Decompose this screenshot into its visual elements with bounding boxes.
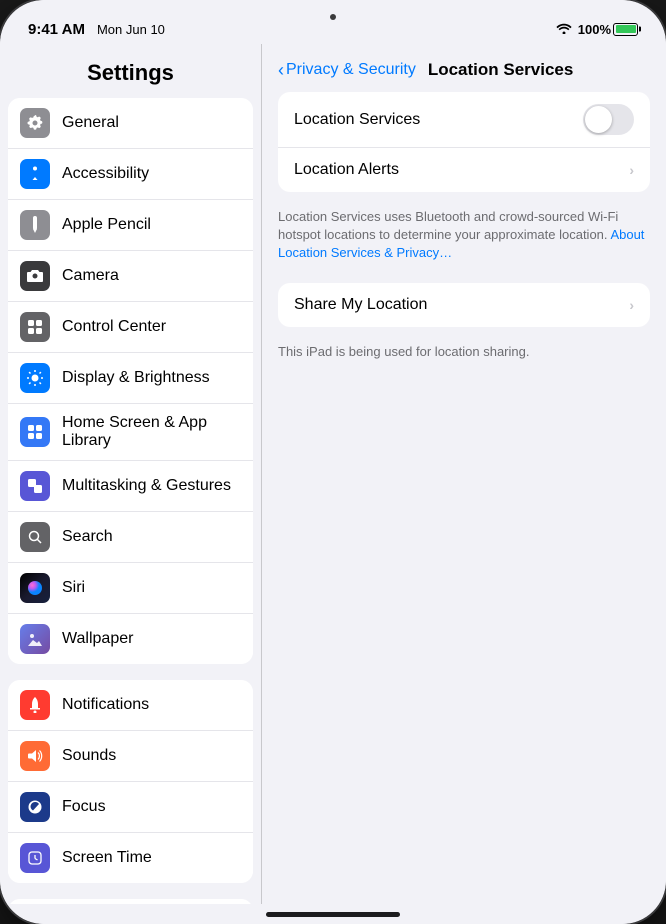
- general-icon: [20, 108, 50, 138]
- settings-group-3: Face ID & Passcode Privacy & Security: [8, 899, 253, 904]
- sidebar-item-notifications[interactable]: Notifications: [8, 680, 253, 731]
- toggle-thumb: [585, 106, 612, 133]
- wallpaper-icon: [20, 624, 50, 654]
- location-services-description-text: Location Services uses Bluetooth and cro…: [278, 209, 618, 242]
- wallpaper-label: Wallpaper: [62, 630, 133, 648]
- location-services-description: Location Services uses Bluetooth and cro…: [262, 200, 666, 275]
- location-alerts-row[interactable]: Location Alerts ›: [278, 148, 650, 192]
- device-screen: 9:41 AM Mon Jun 10 100%: [0, 0, 666, 924]
- share-my-location-chevron: ›: [629, 297, 634, 313]
- sidebar-item-apple-pencil[interactable]: Apple Pencil: [8, 200, 253, 251]
- status-left: 9:41 AM Mon Jun 10: [28, 21, 165, 38]
- sidebar-item-screen-time[interactable]: Screen Time: [8, 833, 253, 883]
- share-my-location-row[interactable]: Share My Location ›: [278, 283, 650, 327]
- detail-page-title: Location Services: [428, 60, 574, 80]
- battery-fill: [616, 25, 636, 33]
- notifications-icon: [20, 690, 50, 720]
- separator-2: [0, 891, 261, 899]
- sidebar-item-display-brightness[interactable]: Display & Brightness: [8, 353, 253, 404]
- sidebar-item-camera[interactable]: Camera: [8, 251, 253, 302]
- top-dot-indicator: [330, 14, 336, 20]
- wifi-icon: [556, 21, 572, 37]
- location-alerts-chevron: ›: [629, 162, 634, 178]
- accessibility-icon: [20, 159, 50, 189]
- camera-icon: [20, 261, 50, 291]
- share-location-description: This iPad is being used for location sha…: [262, 335, 666, 373]
- sidebar-item-face-id[interactable]: Face ID & Passcode: [8, 899, 253, 904]
- sounds-icon: [20, 741, 50, 771]
- sidebar-item-general[interactable]: General: [8, 98, 253, 149]
- share-location-description-text: This iPad is being used for location sha…: [278, 344, 529, 359]
- multitasking-icon: [20, 471, 50, 501]
- notifications-label: Notifications: [62, 696, 149, 714]
- location-services-group: Location Services Location Alerts ›: [278, 92, 650, 192]
- siri-icon: [20, 573, 50, 603]
- sidebar-item-search[interactable]: Search: [8, 512, 253, 563]
- share-my-location-value: ›: [629, 297, 634, 313]
- search-label: Search: [62, 528, 113, 546]
- location-alerts-label: Location Alerts: [294, 161, 399, 179]
- sounds-label: Sounds: [62, 747, 116, 765]
- screen-time-icon: [20, 843, 50, 873]
- location-services-row[interactable]: Location Services: [278, 92, 650, 148]
- sidebar-item-accessibility[interactable]: Accessibility: [8, 149, 253, 200]
- apple-pencil-icon: [20, 210, 50, 240]
- search-icon: [20, 522, 50, 552]
- status-right: 100%: [556, 21, 638, 37]
- siri-label: Siri: [62, 579, 85, 597]
- share-location-group: Share My Location ›: [278, 283, 650, 327]
- sidebar-item-multitasking[interactable]: Multitasking & Gestures: [8, 461, 253, 512]
- share-my-location-label: Share My Location: [294, 296, 427, 314]
- sidebar-item-siri[interactable]: Siri: [8, 563, 253, 614]
- location-services-toggle[interactable]: [583, 104, 634, 135]
- sidebar[interactable]: Settings General: [0, 44, 262, 904]
- location-services-label: Location Services: [294, 111, 420, 129]
- battery-percent: 100%: [578, 22, 611, 37]
- sidebar-title: Settings: [0, 44, 261, 98]
- apple-pencil-label: Apple Pencil: [62, 216, 151, 234]
- display-brightness-label: Display & Brightness: [62, 369, 210, 387]
- focus-icon: [20, 792, 50, 822]
- sidebar-item-sounds[interactable]: Sounds: [8, 731, 253, 782]
- back-label: Privacy & Security: [286, 61, 416, 79]
- ipad-device: 9:41 AM Mon Jun 10 100%: [0, 0, 666, 924]
- battery-icon: 100%: [578, 22, 638, 37]
- focus-label: Focus: [62, 798, 106, 816]
- sidebar-item-wallpaper[interactable]: Wallpaper: [8, 614, 253, 664]
- status-bar: 9:41 AM Mon Jun 10 100%: [0, 0, 666, 44]
- sidebar-item-focus[interactable]: Focus: [8, 782, 253, 833]
- display-brightness-icon: [20, 363, 50, 393]
- screen-time-label: Screen Time: [62, 849, 152, 867]
- settings-group-1: General Accessibility: [8, 98, 253, 664]
- home-indicator: [0, 904, 666, 924]
- general-label: General: [62, 114, 119, 132]
- back-button[interactable]: ‹ Privacy & Security: [278, 61, 416, 79]
- detail-panel[interactable]: ‹ Privacy & Security Location Services L…: [262, 44, 666, 904]
- settings-group-2: Notifications Sounds: [8, 680, 253, 883]
- status-time: 9:41 AM: [28, 21, 85, 38]
- home-bar: [266, 912, 400, 917]
- main-content: Settings General: [0, 44, 666, 904]
- home-screen-icon: [20, 417, 50, 447]
- accessibility-label: Accessibility: [62, 165, 149, 183]
- back-chevron-icon: ‹: [278, 61, 284, 79]
- separator-1: [0, 672, 261, 680]
- control-center-label: Control Center: [62, 318, 166, 336]
- location-alerts-value: ›: [629, 162, 634, 178]
- status-date: Mon Jun 10: [97, 22, 165, 37]
- sidebar-item-control-center[interactable]: Control Center: [8, 302, 253, 353]
- camera-label: Camera: [62, 267, 119, 285]
- home-screen-label: Home Screen & App Library: [62, 414, 241, 450]
- detail-header: ‹ Privacy & Security Location Services: [262, 44, 666, 92]
- multitasking-label: Multitasking & Gestures: [62, 477, 231, 495]
- sidebar-item-home-screen[interactable]: Home Screen & App Library: [8, 404, 253, 461]
- control-center-icon: [20, 312, 50, 342]
- battery-bar: [613, 23, 638, 36]
